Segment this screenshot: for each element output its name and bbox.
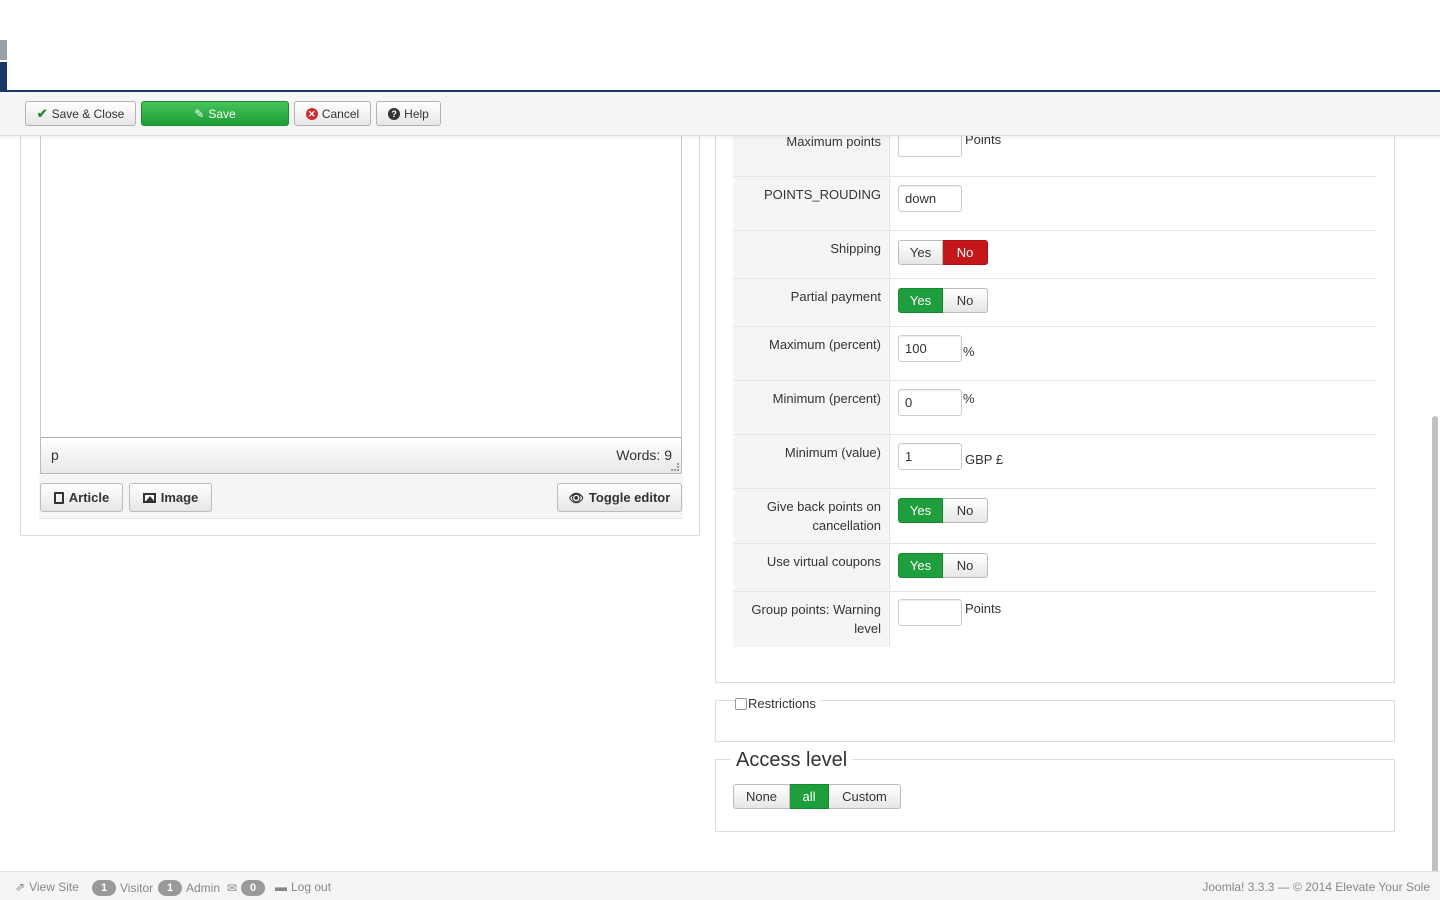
admins-count: 1 Admin [158,880,220,896]
group-points-suffix: Points [965,601,1002,616]
message-badge: 0 [241,880,266,896]
header-edge-grey [0,40,7,60]
partial-payment-yes-button[interactable]: Yes [898,288,943,313]
view-site-label: View Site [29,880,79,894]
row-shipping: Shipping Yes No [733,231,1377,279]
minimum-value-input[interactable] [898,443,962,470]
row-group-points-warning: Group points: Warning level Points [733,592,1377,647]
logout-label: Log out [291,880,332,894]
visitors-count: 1 Visitor [92,880,153,896]
label-group-points-warning: Group points: Warning level [751,602,881,636]
messages-count[interactable]: ✉ 0 [227,880,266,896]
external-link-icon: ⇗ [15,880,26,894]
check-icon: ✔ [36,105,48,121]
give-back-no-button[interactable]: No [943,498,988,523]
top-header [0,0,1440,92]
cancel-button[interactable]: ✕ Cancel [294,101,371,126]
give-back-yes-button[interactable]: Yes [898,498,943,523]
access-option-all[interactable]: all [790,784,829,809]
cancel-icon: ✕ [305,107,318,120]
visitor-badge: 1 [92,880,116,896]
row-maximum-percent: Maximum (percent) % [733,327,1377,381]
give-back-toggle: Yes No [898,498,988,523]
article-label: Article [68,490,110,505]
help-icon: ? [388,107,401,120]
word-count: Words: 9 [616,447,672,463]
editor-content-area[interactable] [40,121,682,438]
article-button[interactable]: Article [40,483,123,512]
group-points-warning-input[interactable] [898,599,962,626]
cancel-label: Cancel [321,106,360,121]
toggle-editor-label: Toggle editor [588,490,671,505]
resize-handle-icon[interactable] [671,463,679,471]
save-close-button[interactable]: ✔ Save & Close [25,101,136,126]
editor-buttons-bar: Article Image 👁 Toggle editor [39,475,683,519]
label-minimum-percent: Minimum (percent) [772,391,881,406]
points-rounding-input[interactable] [898,185,962,212]
virtual-coupons-toggle: Yes No [898,553,988,578]
label-maximum-percent: Maximum (percent) [769,337,881,352]
label-partial-payment: Partial payment [790,289,881,304]
toolbar: ✔ Save & Close ✎ Save ✕ Cancel ? Help [0,92,1440,136]
minimum-value-suffix: GBP £ [965,452,1004,467]
row-partial-payment: Partial payment Yes No [733,279,1377,327]
virtual-coupons-no-button[interactable]: No [943,553,988,578]
image-button[interactable]: Image [129,483,212,512]
row-virtual-coupons: Use virtual coupons Yes No [733,544,1377,592]
access-option-custom[interactable]: Custom [829,784,901,809]
header-edge-navy [0,62,7,90]
minimum-percent-input[interactable] [898,389,962,416]
save-button[interactable]: ✎ Save [141,101,289,126]
shipping-yes-button[interactable]: Yes [898,240,943,265]
editor-element-path[interactable]: p [51,447,59,463]
scrollbar-thumb[interactable] [1432,416,1438,900]
label-minimum-value: Minimum (value) [784,445,881,460]
visitor-label: Visitor [120,881,154,895]
footer-copyright: Joomla! 3.3.3 — © 2014 Elevate Your Sole [1202,880,1430,894]
label-shipping: Shipping [830,241,881,256]
envelope-icon: ✉ [227,881,238,895]
restrictions-legend: Restrictions [735,696,820,711]
partial-payment-no-button[interactable]: No [943,288,988,313]
admin-badge: 1 [158,880,182,896]
shipping-no-button[interactable]: No [943,240,988,265]
save-close-label: Save & Close [51,106,125,121]
partial-payment-toggle: Yes No [898,288,988,313]
row-minimum-percent: Minimum (percent) % [733,381,1377,435]
maximum-percent-input[interactable] [898,335,962,362]
editor-panel: p Words: 9 Article Image 👁 Toggle editor [20,120,700,536]
admin-label: Admin [186,881,221,895]
access-level-selector: None all Custom [733,784,901,809]
restrictions-label: Restrictions [748,696,816,711]
access-option-none[interactable]: None [733,784,790,809]
picture-icon [142,492,156,503]
virtual-coupons-yes-button[interactable]: Yes [898,553,943,578]
status-footer: ⇗ View Site 1 Visitor 1 Admin ✉ 0 ▬ Log … [0,871,1440,900]
eye-icon: 👁 [568,490,584,505]
editor-status-bar: p Words: 9 [40,438,682,474]
image-label: Image [160,490,199,505]
save-label: Save [208,106,236,121]
view-site-link[interactable]: ⇗ View Site [15,880,79,894]
label-virtual-coupons: Use virtual coupons [766,554,881,569]
row-give-back-points: Give back points on cancellation Yes No [733,489,1377,544]
minus-icon: ▬ [275,880,287,894]
minimum-percent-suffix: % [963,391,975,406]
help-label: Help [404,106,429,121]
access-level-title: Access level [731,749,853,772]
row-minimum-value: Minimum (value) GBP £ [733,435,1377,489]
toggle-editor-button[interactable]: 👁 Toggle editor [557,483,682,512]
help-button[interactable]: ? Help [376,101,441,126]
edit-icon: ✎ [194,106,205,121]
file-add-icon [53,491,64,504]
row-points-rounding: POINTS_ROUDING [733,177,1377,231]
maximum-percent-suffix: % [963,344,975,359]
label-give-back-points: Give back points on cancellation [766,499,881,533]
shipping-toggle: Yes No [898,240,988,265]
restrictions-checkbox[interactable] [735,697,747,710]
logout-link[interactable]: ▬ Log out [275,880,331,894]
label-points-rounding: POINTS_ROUDING [763,187,881,202]
